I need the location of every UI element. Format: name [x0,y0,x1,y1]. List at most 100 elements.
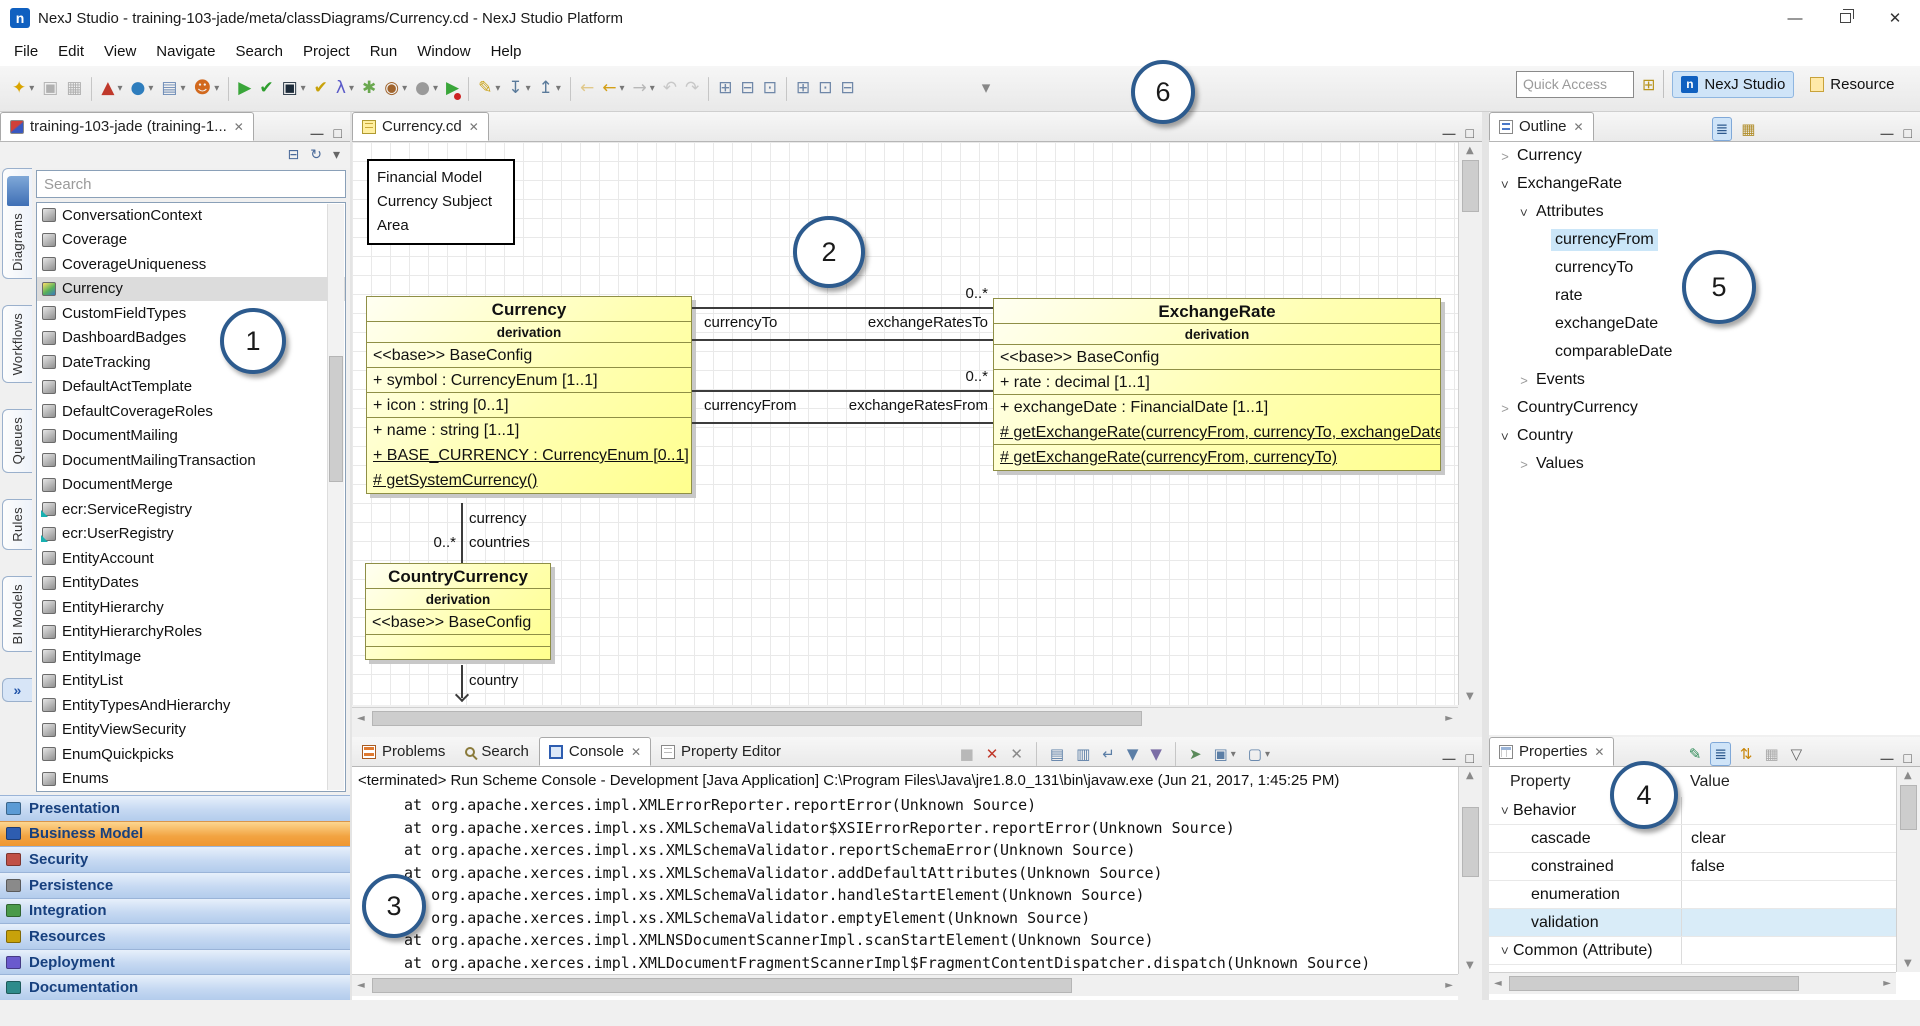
model-list-item[interactable]: DefaultActTemplate [37,375,345,400]
user-icon[interactable]: ☻ [190,74,222,104]
maximize-panel-icon[interactable]: □ [1466,125,1474,141]
menu-item[interactable]: Navigate [146,39,225,64]
open-perspective-icon[interactable]: ⊞ [1642,75,1655,94]
minimize-panel-icon[interactable]: — [1881,126,1894,141]
editor-horizontal-scrollbar[interactable]: ◄ ► [352,707,1458,729]
close-icon[interactable]: ✕ [469,120,479,134]
perspective-resource[interactable]: Resource [1802,72,1902,97]
property-row[interactable]: >constrained false [1489,853,1920,881]
class-attribute[interactable]: + rate : decimal [1..1] [994,370,1440,395]
outline-tree-item[interactable]: > ExchangeRate [1489,170,1920,198]
sash[interactable] [1482,112,1489,1000]
restore-button[interactable] [1820,0,1870,36]
model-explorer-tab[interactable]: training-103-jade (training-1... ✕ [0,112,254,141]
outline-tree-item[interactable]: > Country [1489,422,1920,450]
outline-tree-icon[interactable]: ≣ [1712,117,1733,141]
layer-security[interactable]: Security [0,846,350,872]
outline-tree-item[interactable]: > Events [1489,366,1920,394]
menu-item[interactable]: Edit [48,39,94,64]
tab-console[interactable]: Console ✕ [539,737,651,766]
vtab-queues[interactable]: Queues [2,409,32,472]
model-list-item[interactable]: Coverage [37,228,345,253]
close-icon[interactable]: ✕ [234,120,244,134]
menu-item[interactable]: Help [481,39,532,64]
properties-tab[interactable]: Properties ✕ [1489,737,1614,766]
layout-grid-icon[interactable]: ⊞ [715,74,735,104]
outline-tree-item[interactable]: > comparableDate [1489,338,1920,366]
chevron-icon[interactable]: > [1516,373,1532,388]
menu-item[interactable]: Window [407,39,480,64]
close-icon[interactable]: ✕ [1594,745,1604,759]
association-line[interactable] [692,422,993,424]
scrollbar-thumb[interactable] [1462,807,1479,877]
menu-item[interactable]: View [94,39,146,64]
layer-business-model[interactable]: Business Model [0,821,350,847]
pin-console-icon[interactable]: ➤ [1186,742,1205,766]
vtab-more[interactable]: » [2,678,32,702]
chart-icon[interactable]: ◉ [381,74,410,104]
minimize-panel-icon[interactable]: — [311,126,324,141]
display-console-icon[interactable]: ▣ [1211,742,1239,766]
model-list-item[interactable]: EntityHierarchyRoles [37,620,345,645]
redo-icon[interactable]: ↷ [682,74,702,104]
marker-icon[interactable]: ✎ [475,74,503,104]
console-icon[interactable]: ▣ [279,74,309,104]
minimize-panel-icon[interactable]: — [1443,751,1456,766]
scroll-lock-icon[interactable]: ▥ [1073,742,1093,766]
menu-item[interactable]: Search [225,39,293,64]
model-list-item[interactable]: DefaultCoverageRoles [37,399,345,424]
console-vertical-scrollbar[interactable]: ▲ ▼ [1458,767,1482,974]
model-list-item[interactable]: DateTracking [37,350,345,375]
vtab-diagrams[interactable]: Diagrams [2,168,32,279]
sash[interactable] [350,112,352,1000]
maximize-panel-icon[interactable]: □ [1904,750,1912,766]
filter-icon[interactable]: ▦ [1761,742,1781,766]
chevron-icon[interactable]: > [1497,149,1513,164]
menu-item[interactable]: Project [293,39,360,64]
model-search-input[interactable] [36,170,346,198]
run-icon[interactable]: ▶ [235,74,254,104]
model-list-item[interactable]: DocumentMailing [37,424,345,449]
minimize-panel-icon[interactable]: — [1881,751,1894,766]
close-icon[interactable]: ✕ [631,745,641,759]
properties-vertical-scrollbar[interactable]: ▲ ▼ [1896,767,1920,972]
save-all-icon[interactable]: ▦ [63,74,85,104]
forward-icon[interactable]: → [629,74,657,104]
class-attribute[interactable]: + exchangeDate : FinancialDate [1..1] [994,395,1440,420]
minimize-panel-icon[interactable]: — [1443,126,1456,141]
view-menu-icon[interactable]: ▾ [330,140,343,170]
scrollbar-thumb[interactable] [329,356,343,482]
console-horizontal-scrollbar[interactable]: ◄ ► [352,974,1458,996]
open-console-icon[interactable]: ▢ [1245,742,1273,766]
align-vertical-icon[interactable]: ⊡ [815,74,835,104]
collapse-all-icon[interactable]: ⊟ [285,140,303,170]
chevron-icon[interactable]: > [1498,803,1513,819]
quick-access-input[interactable] [1516,71,1634,98]
layer-resources[interactable]: Resources [0,923,350,949]
maximize-panel-icon[interactable]: □ [1904,125,1912,141]
outline-tree-item[interactable]: > currencyFrom [1489,226,1920,254]
class-attribute[interactable]: + name : string [1..1] [367,418,691,443]
word-wrap-icon[interactable]: ↵ [1099,742,1118,766]
class-attribute[interactable]: + symbol : CurrencyEnum [1..1] [367,368,691,393]
model-icon[interactable]: ▲ [98,74,125,104]
view-menu-icon[interactable]: ▽ [1788,742,1806,766]
model-list-item[interactable]: DashboardBadges [37,326,345,351]
tree-mode-icon[interactable]: ≣ [1710,742,1731,766]
toolbar-overflow-icon[interactable]: ▾ [979,74,994,104]
scrollbar-thumb[interactable] [372,711,1142,726]
remove-launch-icon[interactable]: ✕ [983,742,1002,766]
class-method[interactable]: # getExchangeRate(currencyFrom, currency… [994,445,1440,470]
outline-tab[interactable]: Outline ✕ [1489,112,1594,141]
class-exchange-rate[interactable]: ExchangeRate derivation <<base>> BaseCon… [993,298,1441,471]
property-group-common[interactable]: >Common (Attribute) [1489,937,1920,965]
chevron-icon[interactable]: > [1516,457,1532,472]
scrollbar-thumb[interactable] [1900,785,1917,830]
close-button[interactable]: ✕ [1870,0,1920,36]
layer-persistence[interactable]: Persistence [0,872,350,898]
publish-icon[interactable]: ● [128,74,157,104]
editor-vertical-scrollbar[interactable]: ▲ ▼ [1458,142,1482,705]
layer-integration[interactable]: Integration [0,898,350,924]
model-list-item[interactable]: ConversationContext [37,203,345,228]
minimize-button[interactable]: — [1770,0,1820,36]
